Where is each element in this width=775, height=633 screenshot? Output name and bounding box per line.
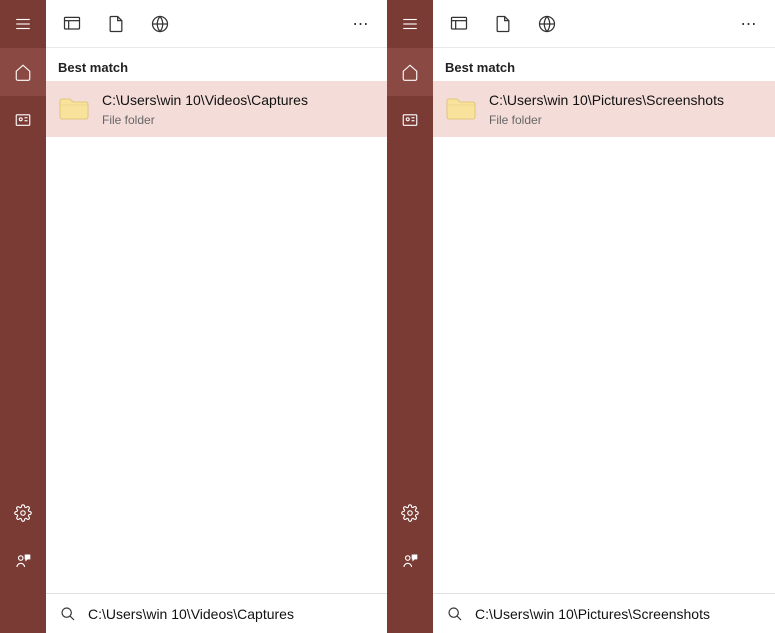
sidebar-contacts[interactable] [387,96,433,144]
gear-icon [401,504,419,522]
hamburger-icon [14,15,32,33]
document-icon [493,14,513,34]
hamburger-menu[interactable] [0,0,46,48]
topbar: ⋯ [46,0,387,48]
sidebar-contacts[interactable] [0,96,46,144]
search-icon [447,606,463,622]
searchbar[interactable] [433,593,775,633]
search-icon [60,606,76,622]
home-icon [14,63,32,81]
home-icon [401,63,419,81]
topbar-more[interactable]: ⋯ [339,0,383,48]
hamburger-icon [401,15,419,33]
document-icon [106,14,126,34]
sidebar-feedback[interactable] [387,537,433,585]
filter-web[interactable] [525,0,569,48]
contact-card-icon [401,111,419,129]
topbar-more[interactable]: ⋯ [727,0,771,48]
results-area: Best match C:\Users\win 10\Videos\Captur… [46,48,387,593]
result-item[interactable]: C:\Users\win 10\Pictures\Screenshots Fil… [433,81,775,137]
result-text: C:\Users\win 10\Videos\Captures File fol… [102,91,308,127]
folder-icon [445,93,477,125]
best-match-header: Best match [46,48,387,81]
result-subtitle: File folder [489,113,724,127]
search-input[interactable] [88,606,373,622]
apps-icon [62,14,82,34]
more-icon: ⋯ [353,14,370,34]
search-panel-right: ⋯ Best match C:\Users\win 10\Pictures\Sc… [387,0,775,633]
sidebar-home[interactable] [0,48,46,96]
globe-icon [150,14,170,34]
topbar: ⋯ [433,0,775,48]
sidebar-feedback[interactable] [0,537,46,585]
searchbar[interactable] [46,593,387,633]
sidebar [0,0,46,633]
result-title: C:\Users\win 10\Videos\Captures [102,91,308,111]
result-text: C:\Users\win 10\Pictures\Screenshots Fil… [489,91,724,127]
filter-web[interactable] [138,0,182,48]
hamburger-menu[interactable] [387,0,433,48]
content-area: ⋯ Best match C:\Users\win 10\Pictures\Sc… [433,0,775,633]
results-area: Best match C:\Users\win 10\Pictures\Scre… [433,48,775,593]
folder-icon [58,93,90,125]
globe-icon [537,14,557,34]
content-area: ⋯ Best match C:\Users\win 10\Videos\Capt… [46,0,387,633]
gear-icon [14,504,32,522]
filter-apps[interactable] [50,0,94,48]
best-match-header: Best match [433,48,775,81]
result-item[interactable]: C:\Users\win 10\Videos\Captures File fol… [46,81,387,137]
apps-icon [449,14,469,34]
filter-documents[interactable] [481,0,525,48]
sidebar-settings[interactable] [0,489,46,537]
contact-card-icon [14,111,32,129]
filter-apps[interactable] [437,0,481,48]
search-panel-left: ⋯ Best match C:\Users\win 10\Videos\Capt… [0,0,387,633]
more-icon: ⋯ [741,14,758,34]
result-title: C:\Users\win 10\Pictures\Screenshots [489,91,724,111]
person-feedback-icon [401,552,419,570]
sidebar-home[interactable] [387,48,433,96]
person-feedback-icon [14,552,32,570]
result-subtitle: File folder [102,113,308,127]
filter-documents[interactable] [94,0,138,48]
sidebar [387,0,433,633]
sidebar-settings[interactable] [387,489,433,537]
search-input[interactable] [475,606,761,622]
